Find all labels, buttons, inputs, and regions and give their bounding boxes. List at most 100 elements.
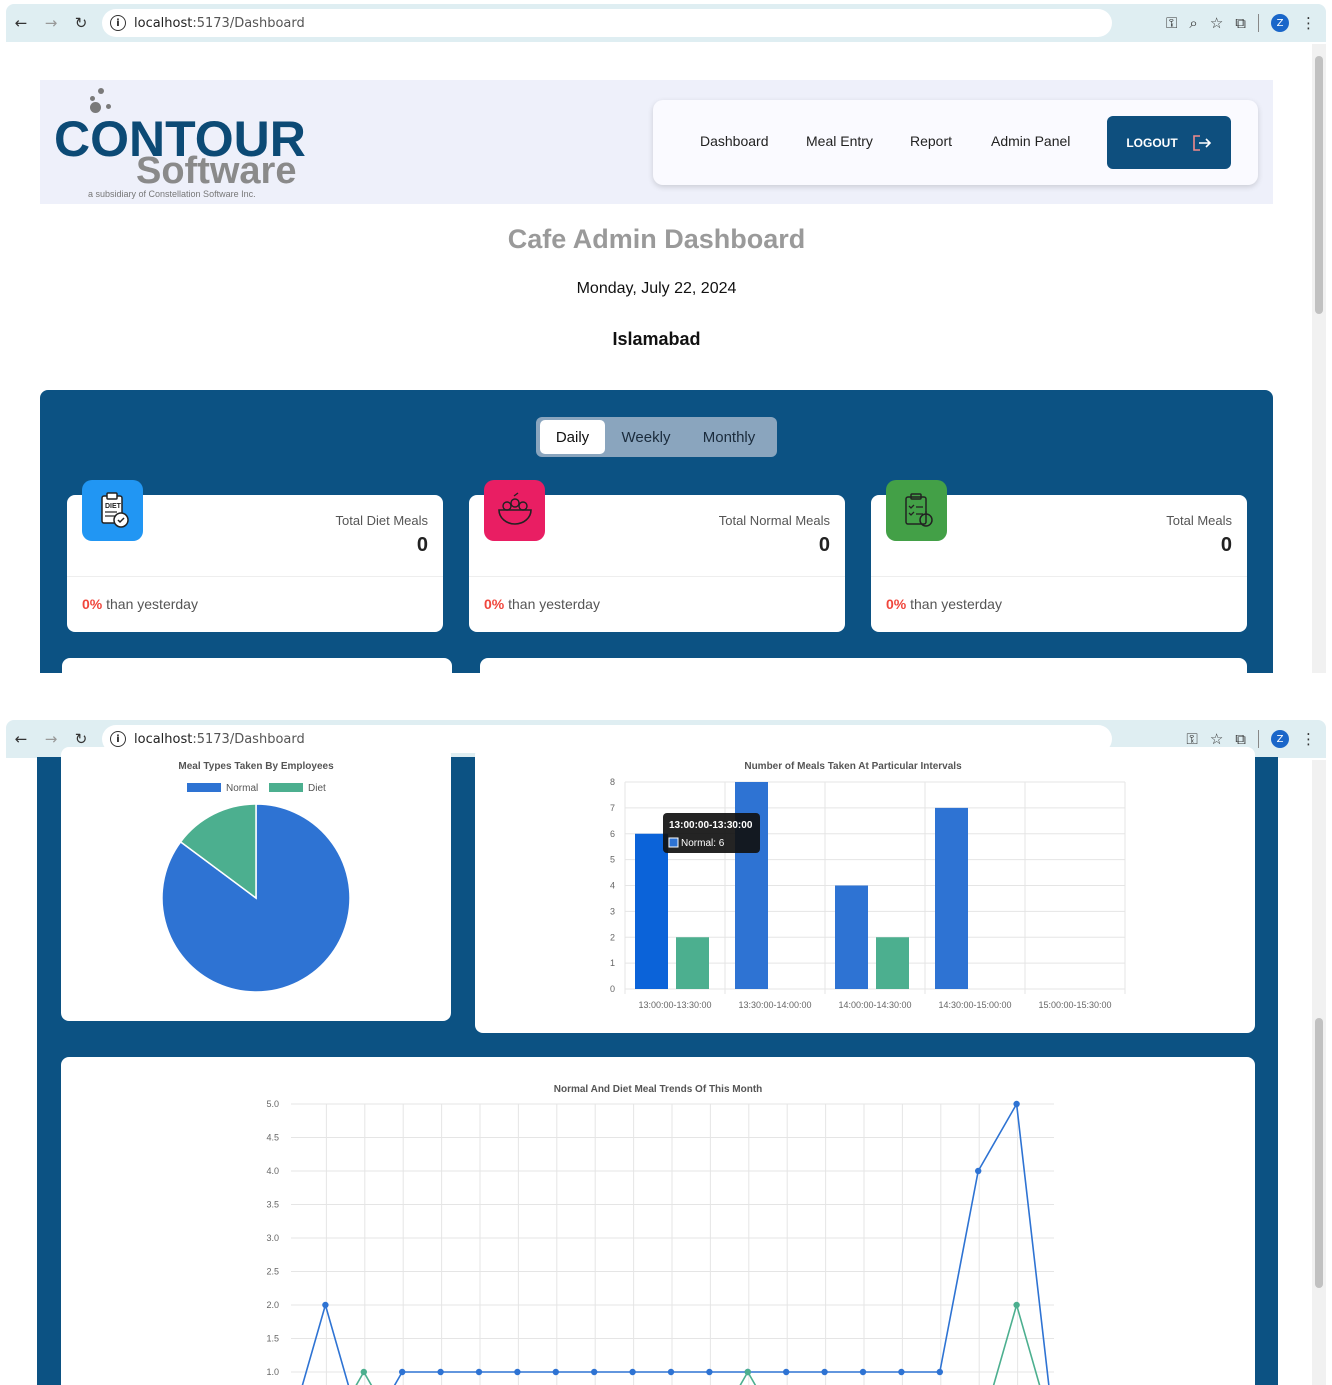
zoom-icon[interactable]: ⌕ [1189, 14, 1197, 32]
stat-value: 0 [1220, 534, 1232, 556]
bar-diet [876, 937, 909, 989]
nav-report[interactable]: Report [910, 133, 952, 149]
pie-chart-card: Meal Types Taken By Employees Normal Die… [61, 747, 451, 1021]
forward-icon[interactable]: → [36, 8, 66, 38]
y-tick-label: 7 [610, 803, 615, 813]
back-icon[interactable]: ← [6, 8, 36, 38]
reload-icon[interactable]: ↻ [66, 8, 96, 38]
page-scrollbar[interactable] [1312, 760, 1326, 1385]
toggle-weekly[interactable]: Weekly [611, 420, 681, 454]
extensions-icon[interactable]: ⧉ [1235, 14, 1246, 32]
line-point-normal [629, 1368, 636, 1376]
scrollbar-thumb[interactable] [1315, 56, 1323, 314]
y-tick-label: 1.5 [266, 1334, 279, 1344]
password-key-icon[interactable]: ⚿ [1186, 730, 1197, 748]
stat-change-text: than yesterday [102, 596, 198, 612]
line-chart: Normal And Diet Meal Trends Of This Mont… [266, 1084, 1054, 1385]
stat-value: 0 [416, 534, 428, 556]
line-point-normal [975, 1167, 982, 1175]
line-point-normal [591, 1368, 598, 1376]
toolbar-divider [1258, 730, 1259, 748]
password-key-icon[interactable]: ⚿ [1166, 14, 1177, 32]
chart-title: Number of Meals Taken At Particular Inte… [744, 761, 962, 772]
profile-avatar[interactable]: Z [1271, 14, 1289, 32]
logout-label: LOGOUT [1126, 135, 1178, 150]
toggle-monthly[interactable]: Monthly [689, 420, 769, 454]
back-icon[interactable]: ← [6, 724, 36, 754]
x-tick-label: 13:30:00-14:00:00 [738, 1000, 811, 1010]
y-tick-label: 2.0 [266, 1300, 279, 1310]
site-info-icon[interactable]: i [110, 731, 126, 747]
page-date: Monday, July 22, 2024 [576, 280, 737, 297]
logo-tagline: a subsidiary of Constellation Software I… [88, 189, 256, 199]
bar-diet [676, 937, 709, 989]
toolbar-divider [1258, 14, 1259, 32]
stat-change: 0% than yesterday [484, 596, 600, 612]
address-bar[interactable]: i localhost:5173/Dashboard [102, 9, 1112, 37]
logout-button[interactable]: LOGOUT [1107, 116, 1231, 169]
site-info-icon[interactable]: i [110, 15, 126, 31]
extensions-icon[interactable]: ⧉ [1235, 730, 1246, 748]
scrollbar-thumb[interactable] [1315, 1018, 1323, 1288]
logo-subword: Software [136, 150, 297, 192]
nav-meal-entry[interactable]: Meal Entry [806, 133, 873, 149]
divider [469, 576, 845, 577]
chart-card-top-edge [480, 658, 1247, 673]
nav-dashboard[interactable]: Dashboard [700, 133, 769, 149]
y-tick-label: 4 [610, 881, 615, 891]
bar-normal [635, 833, 668, 989]
y-tick-label: 6 [610, 829, 615, 839]
line-point-normal [667, 1368, 675, 1376]
logout-icon [1192, 134, 1211, 151]
line-point-normal [821, 1368, 828, 1376]
line-point-normal [859, 1368, 867, 1376]
x-tick-label: 15:00:00-15:30:00 [1038, 1000, 1111, 1010]
company-logo[interactable]: CONTOUR Software a subsidiary of Constel… [54, 82, 314, 202]
bar-chart-card: Number of Meals Taken At Particular Inte… [475, 747, 1255, 1033]
x-tick-label: 14:00:00-14:30:00 [838, 1000, 911, 1010]
bar-chart: Number of Meals Taken At Particular Inte… [610, 761, 1126, 1010]
y-tick-label: 4.5 [266, 1133, 279, 1143]
page-scrollbar[interactable] [1312, 44, 1326, 673]
screenshot-top: ← → ↻ i localhost:5173/Dashboard ⚿ ⌕ ☆ ⧉… [0, 0, 1332, 673]
line-series-normal [301, 1101, 1050, 1385]
divider [67, 576, 443, 577]
stat-label: Total Diet Meals [335, 513, 428, 528]
bookmark-star-icon[interactable]: ☆ [1210, 14, 1223, 32]
profile-avatar[interactable]: Z [1271, 730, 1289, 748]
bookmark-star-icon[interactable]: ☆ [1210, 730, 1223, 748]
legend-label-normal: Normal [226, 783, 258, 794]
stat-change: 0% than yesterday [82, 596, 198, 612]
nav-admin-panel[interactable]: Admin Panel [991, 133, 1070, 149]
line-chart-card: Normal And Diet Meal Trends Of This Mont… [61, 1057, 1255, 1385]
chart-title: Normal And Diet Meal Trends Of This Mont… [554, 1084, 763, 1095]
divider [871, 576, 1247, 577]
line-point-normal [514, 1368, 521, 1376]
url-host: localhost [134, 15, 193, 31]
url-path: :5173/Dashboard [192, 15, 305, 31]
legend-label-diet: Diet [308, 783, 326, 794]
x-tick-label: 13:00:00-13:30:00 [638, 1000, 711, 1010]
browser-toolbar: ← → ↻ i localhost:5173/Dashboard ⚿ ⌕ ☆ ⧉… [6, 4, 1326, 42]
url-host: localhost [134, 731, 193, 747]
app-header: CONTOUR Software a subsidiary of Constel… [40, 80, 1273, 204]
y-tick-label: 3.5 [266, 1200, 279, 1210]
toggle-daily[interactable]: Daily [540, 420, 605, 454]
screenshot-bottom: ← → ↻ i localhost:5173/Dashboard ⚿ ☆ ⧉ Z… [0, 716, 1332, 1385]
svg-text:DIET: DIET [105, 503, 122, 510]
logo-dot [98, 88, 104, 94]
menu-kebab-icon[interactable]: ⋮ [1301, 14, 1316, 32]
pie-chart: Meal Types Taken By Employees Normal Die… [161, 761, 351, 993]
y-tick-label: 5.0 [266, 1099, 279, 1109]
y-tick-label: 2.5 [266, 1267, 279, 1277]
line-point-normal [706, 1368, 713, 1376]
line-point-normal [475, 1368, 483, 1376]
diet-clipboard-icon: DIET [82, 480, 143, 541]
salad-bowl-icon [484, 480, 545, 541]
y-tick-label: 2 [610, 932, 615, 942]
menu-kebab-icon[interactable]: ⋮ [1301, 730, 1316, 748]
line-point-normal [936, 1368, 943, 1376]
stat-card-total: Total Meals 0 0% than yesterday [871, 480, 1247, 632]
chart-card-top-edge [62, 658, 452, 673]
stat-label: Total Normal Meals [718, 513, 830, 528]
